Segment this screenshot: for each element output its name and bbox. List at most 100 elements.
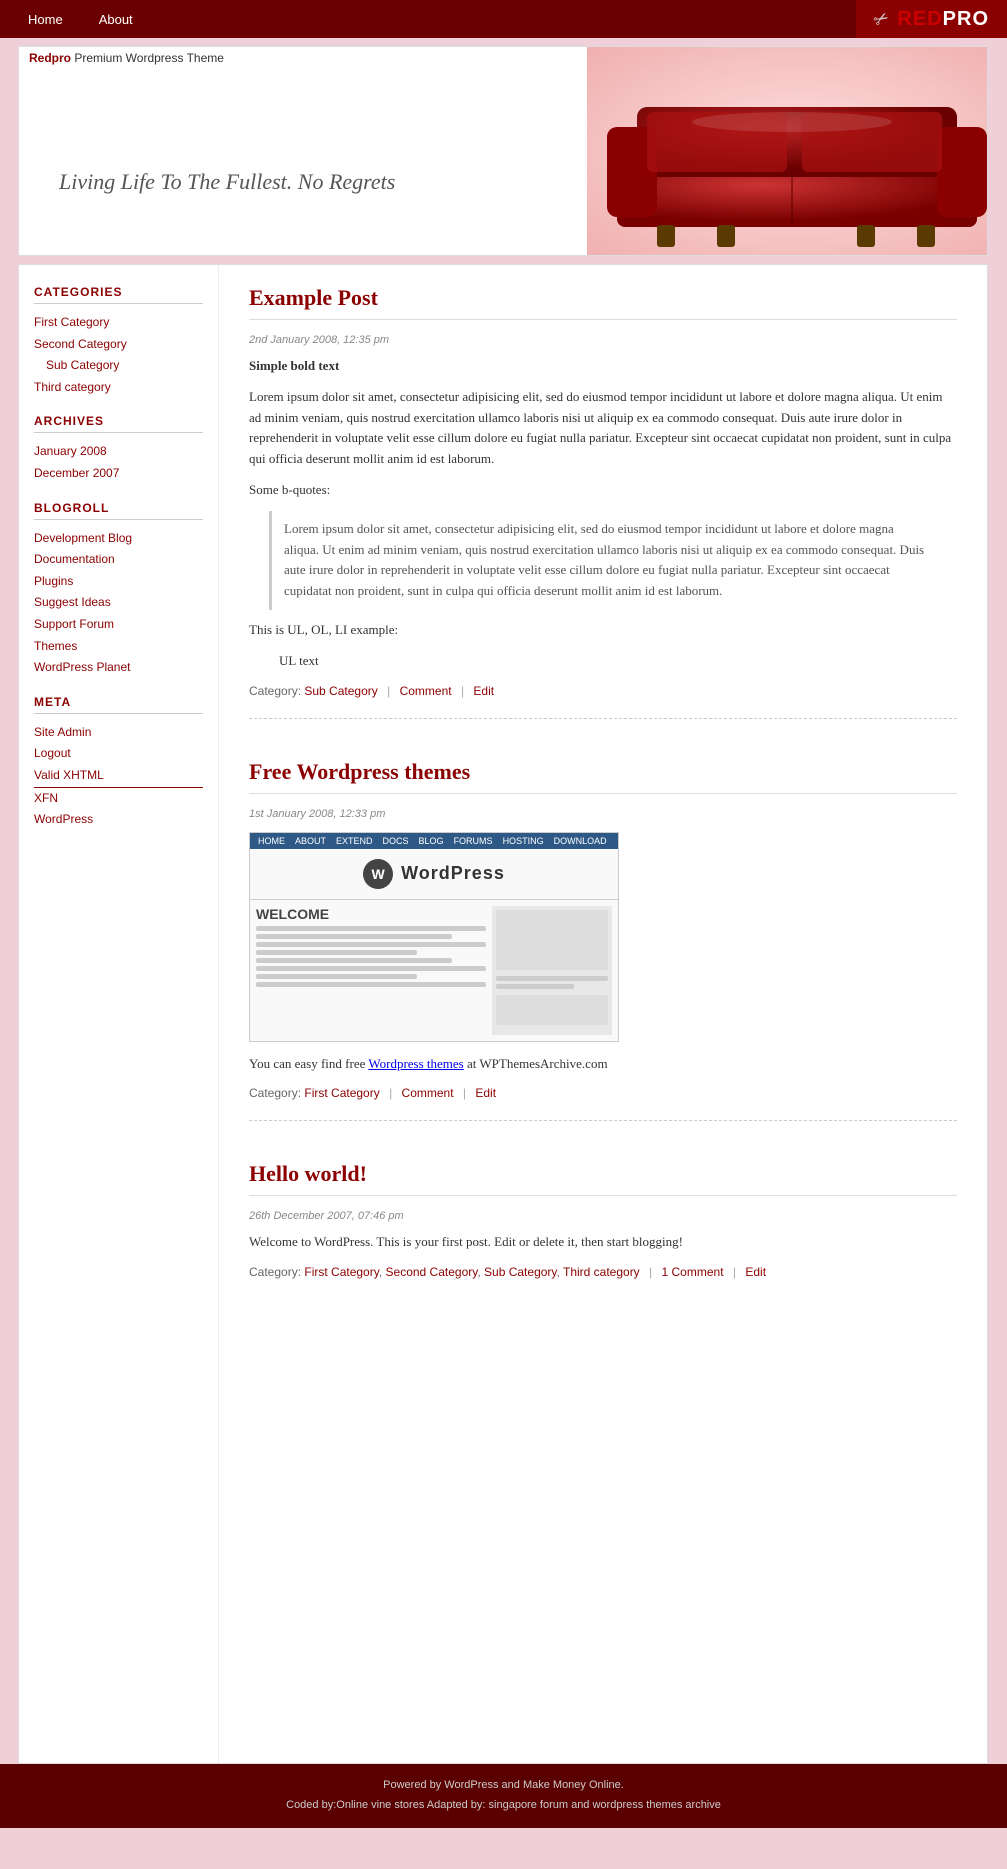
sidebar-item-wordpress-planet[interactable]: WordPress Planet [34,657,203,679]
post-hello-cat1-link[interactable]: First Category [304,1265,378,1279]
nav-about-link[interactable]: About [81,12,151,27]
site-logo: ✂ REDPRO [856,0,1007,38]
post-hello-world-date: 26th December 2007, 07:46 pm [249,1210,957,1222]
sidebar-item-sub-category[interactable]: Sub Category [34,355,203,377]
post-hello-world-comment-link[interactable]: 1 Comment [662,1265,724,1279]
wp-text-line-4 [256,950,417,955]
post-hello-world-title: Hello world! [249,1161,957,1187]
wordpress-themes-link[interactable]: Wordpress themes [368,1056,463,1071]
site-footer: Powered by WordPress and Make Money Onli… [0,1764,1007,1828]
blogroll-title: BLOGROLL [34,501,203,520]
sidebar-item-wordpress[interactable]: WordPress [34,809,203,831]
breadcrumb: Redpro Premium Wordpress Theme [29,51,224,65]
post-wp-themes-divider [249,793,957,794]
sidebar-item-support-forum[interactable]: Support Forum [34,614,203,636]
sidebar-item-third-category[interactable]: Third category [34,377,203,399]
sidebar-item-xfn[interactable]: XFN [34,788,203,810]
footer-line-1: Powered by WordPress and Make Money Onli… [12,1776,995,1796]
post-example-category-link[interactable]: Sub Category [304,684,377,698]
brand-name: Redpro [29,51,71,65]
post-hello-world-meta: Category: First Category, Second Categor… [249,1265,957,1279]
wp-text-line-6 [256,966,486,971]
wp-nav-extend: EXTEND [336,836,373,846]
wp-content-area: WELCOME [250,900,618,1041]
wp-nav-blog: BLOG [419,836,444,846]
caption-text: You can easy find free [249,1056,365,1071]
post-example-title-link[interactable]: Example Post [249,285,378,310]
main-content: Example Post 2nd January 2008, 12:35 pm … [219,265,987,1763]
post-hello-world-content: Welcome to WordPress. This is your first… [249,1232,957,1253]
sidebar-item-valid-xhtml[interactable]: Valid XHTML [34,765,203,788]
category-label-2: Category: [249,1086,301,1100]
sidebar-item-suggest-ideas[interactable]: Suggest Ideas [34,592,203,614]
post-wp-themes-comment-link[interactable]: Comment [402,1086,454,1100]
sidebar-item-development-blog[interactable]: Development Blog [34,528,203,550]
logo-accent: RED [897,8,942,30]
post-hello-world-title-link[interactable]: Hello world! [249,1161,367,1186]
post-hello-cat2-link[interactable]: Second Category [386,1265,478,1279]
wp-left-panel: WELCOME [256,906,486,1035]
scissors-icon: ✂ [870,6,894,32]
wp-text-line-7 [256,974,417,979]
post-hello-world: Hello world! 26th December 2007, 07:46 p… [249,1161,957,1299]
post-example-meta: Category: Sub Category | Comment | Edit [249,684,957,698]
post-example: Example Post 2nd January 2008, 12:35 pm … [249,285,957,719]
logo-text: REDPRO [897,8,989,31]
wp-nav-forums: FORUMS [454,836,493,846]
wp-text-line-1 [256,926,486,931]
wp-logo-text: WordPress [401,863,505,884]
post-hello-cat3-link[interactable]: Sub Category [484,1265,557,1279]
sidebar-item-logout[interactable]: Logout [34,743,203,765]
post-wp-themes-title-link[interactable]: Free Wordpress themes [249,759,470,784]
post-hello-cat4-link[interactable]: Third category [563,1265,640,1279]
wp-nav-download: DOWNLOAD [554,836,607,846]
post-example-lists: UL text [269,651,957,672]
post-wp-themes-title: Free Wordpress themes [249,759,957,785]
wp-nav-docs: DOCS [383,836,409,846]
post-wp-themes: Free Wordpress themes 1st January 2008, … [249,759,957,1122]
wp-text-line-8 [256,982,486,987]
footer-line-2: Coded by:Online vine stores Adapted by: … [12,1796,995,1816]
post-wp-themes-meta: Category: First Category | Comment | Edi… [249,1086,957,1100]
wp-welcome-title: WELCOME [256,906,486,922]
post-wp-themes-category-link[interactable]: First Category [304,1086,379,1100]
wordpress-screenshot: HOME ABOUT EXTEND DOCS BLOG FORUMS HOSTI… [249,832,619,1042]
sidebar-item-documentation[interactable]: Documentation [34,549,203,571]
post-example-edit-link[interactable]: Edit [473,684,494,698]
site-tagline: Living Life To The Fullest. No Regrets [59,169,395,195]
post-hello-world-body: Welcome to WordPress. This is your first… [249,1232,957,1253]
post-wp-themes-content: You can easy find free Wordpress themes … [249,1054,957,1075]
sidebar-item-second-category[interactable]: Second Category [34,334,203,356]
post-hello-world-edit-link[interactable]: Edit [745,1265,766,1279]
post-title-divider [249,319,957,320]
post-wp-themes-caption: You can easy find free Wordpress themes … [249,1054,957,1075]
wp-text-line-5 [256,958,452,963]
post-example-list-label: This is UL, OL, LI example: [249,620,957,641]
sidebar-item-january-2008[interactable]: January 2008 [34,441,203,463]
sidebar-item-site-admin[interactable]: Site Admin [34,722,203,744]
post-hello-divider [249,1195,957,1196]
categories-title: CATEGORIES [34,285,203,304]
wp-text-line-2 [256,934,452,939]
breadcrumb-rest: Premium Wordpress Theme [71,51,224,65]
wp-right-panel [492,906,612,1035]
wp-nav-about: ABOUT [295,836,326,846]
post-example-comment-link[interactable]: Comment [400,684,452,698]
post-example-content: Simple bold text Lorem ipsum dolor sit a… [249,356,957,672]
sidebar-item-first-category[interactable]: First Category [34,312,203,334]
category-label: Category: [249,684,301,698]
main-wrapper: CATEGORIES First Category Second Categor… [18,264,988,1764]
sidebar-item-plugins[interactable]: Plugins [34,571,203,593]
meta-title: META [34,695,203,714]
nav-home-link[interactable]: Home [10,12,81,27]
archives-title: ARCHIVES [34,414,203,433]
wp-nav-bar: HOME ABOUT EXTEND DOCS BLOG FORUMS HOSTI… [250,833,618,849]
post-example-bquote-label: Some b-quotes: [249,480,957,501]
post-example-blockquote: Lorem ipsum dolor sit amet, consectetur … [269,511,937,610]
sidebar-item-themes[interactable]: Themes [34,636,203,658]
wp-nav-hosting: HOSTING [503,836,544,846]
post-example-bold-intro: Simple bold text [249,356,957,377]
post-wp-themes-edit-link[interactable]: Edit [475,1086,496,1100]
sidebar-item-december-2007[interactable]: December 2007 [34,463,203,485]
wp-right-image-1 [496,910,608,970]
